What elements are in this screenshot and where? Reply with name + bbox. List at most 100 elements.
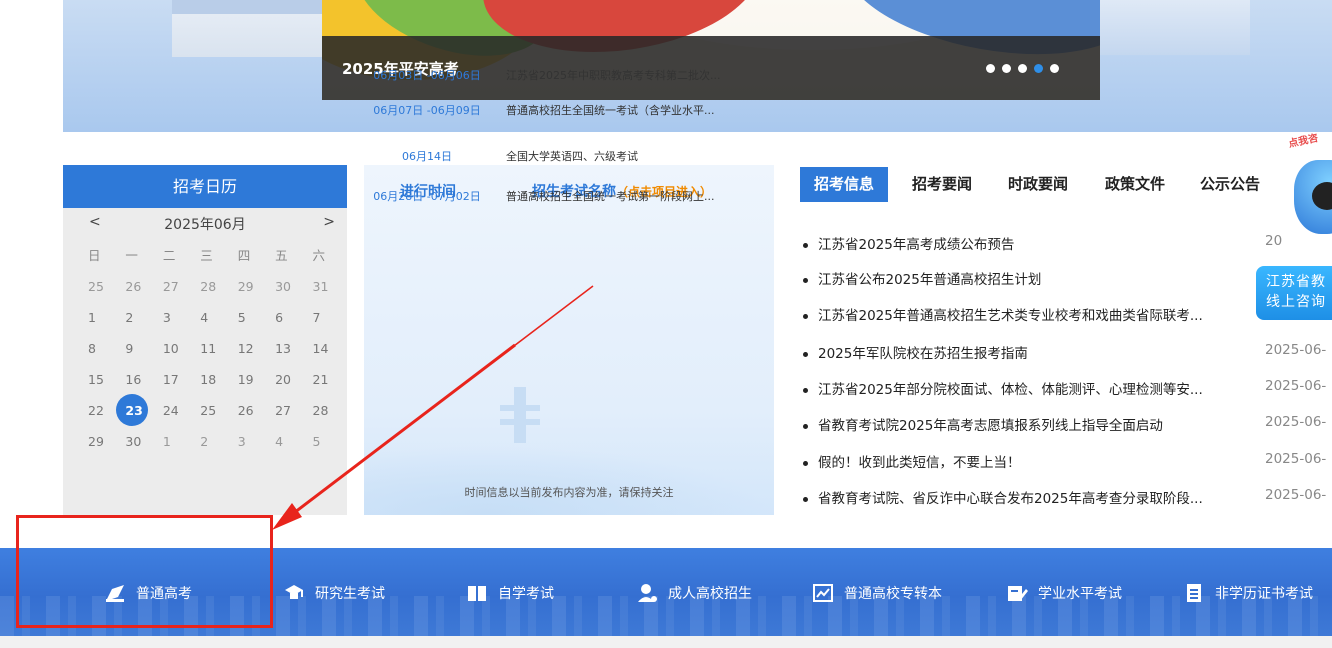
calendar-day[interactable]: 8 (85, 333, 122, 364)
schedule-row-name[interactable]: 全国大学英语四、六级考试 (506, 148, 638, 164)
calendar-day-number: 23 (125, 403, 143, 418)
calendar-day[interactable]: 28 (197, 271, 234, 302)
online-consult-button[interactable]: 江苏省教 线上咨询 (1256, 266, 1332, 320)
nav-item[interactable]: 自学考试 (466, 582, 554, 604)
calendar-day[interactable]: 25 (85, 271, 122, 302)
schedule-row-name[interactable]: 江苏省2025年中职职教高考专科第二批次... (506, 67, 720, 83)
calendar-day[interactable]: 4 (272, 426, 309, 457)
news-item-title[interactable]: 江苏省2025年普通高校招生艺术类专业校考和戏曲类省际联考... (818, 308, 1203, 324)
calendar-day[interactable]: 29 (85, 426, 122, 457)
news-item-title[interactable]: 江苏省2025年部分院校面试、体检、体能测评、心理检测等安... (818, 382, 1203, 398)
calendar-day[interactable]: 27 (160, 271, 197, 302)
calendar-day[interactable]: 14 (310, 333, 347, 364)
calendar-day[interactable]: 6 (272, 302, 309, 333)
news-item[interactable]: 江苏省2025年高考成绩公布预告 (803, 233, 1014, 255)
nav-item[interactable]: 非学历证书考试 (1183, 582, 1313, 604)
news-item[interactable]: 省教育考试院、省反诈中心联合发布2025年高考查分录取阶段... (803, 487, 1203, 509)
calendar-next-month-button[interactable]: > (323, 214, 335, 230)
nav-item[interactable]: 普通高校专转本 (812, 582, 942, 604)
calendar-day[interactable]: 17 (160, 364, 197, 395)
calendar-day[interactable]: 30 (122, 426, 159, 457)
calendar-day[interactable]: 25 (197, 395, 234, 426)
robot-hint-text[interactable]: 点我咨 (1287, 129, 1320, 150)
calendar-day-number: 15 (88, 372, 104, 387)
schedule-row[interactable]: 06月14日 全国大学英语四、六级考试 (364, 148, 774, 168)
calendar-day-number: 29 (88, 434, 104, 449)
calendar-day[interactable]: 11 (197, 333, 234, 364)
news-item-title[interactable]: 江苏省2025年高考成绩公布预告 (818, 237, 1014, 253)
schedule-row-name[interactable]: 普通高校招生全国统一考试（含学业水平... (506, 102, 715, 118)
calendar-day[interactable]: 7 (310, 302, 347, 333)
news-item[interactable]: 2025年军队院校在苏招生报考指南 (803, 342, 1028, 364)
calendar-day[interactable]: 15 (85, 364, 122, 395)
calendar-day[interactable]: 21 (310, 364, 347, 395)
calendar-day[interactable]: 4 (197, 302, 234, 333)
nav-item[interactable]: 学业水平考试 (1006, 582, 1122, 604)
news-item[interactable]: 江苏省2025年普通高校招生艺术类专业校考和戏曲类省际联考... (803, 304, 1203, 326)
news-tab[interactable]: 招考信息 (800, 167, 889, 202)
news-item[interactable]: 省教育考试院2025年高考志愿填报系列线上指导全面启动 (803, 414, 1163, 436)
schedule-row[interactable]: 06月07日 -06月09日 普通高校招生全国统一考试（含学业水平... (364, 102, 774, 122)
slider-dot[interactable] (1034, 64, 1043, 73)
calendar-day[interactable]: 28 (310, 395, 347, 426)
calendar-day-number: 30 (125, 434, 142, 449)
calendar-day[interactable]: 29 (235, 271, 272, 302)
calendar-day[interactable]: 13 (272, 333, 309, 364)
news-item-title[interactable]: 假的！收到此类短信，不要上当！ (818, 455, 1021, 471)
news-item-title[interactable]: 江苏省公布2025年普通高校招生计划 (818, 272, 1041, 288)
news-tab[interactable]: 时政要闻 (1008, 167, 1068, 202)
calendar-day[interactable]: 1 (160, 426, 197, 457)
news-tab[interactable]: 政策文件 (1105, 167, 1165, 202)
nav-item[interactable]: 研究生考试 (283, 582, 385, 604)
news-item-date: 2025-06- (1265, 487, 1327, 503)
calendar-day-number: 4 (275, 434, 284, 449)
news-item-title[interactable]: 省教育考试院、省反诈中心联合发布2025年高考查分录取阶段... (818, 491, 1203, 507)
calendar-day[interactable]: 3 (235, 426, 272, 457)
news-item-title[interactable]: 2025年军队院校在苏招生报考指南 (818, 346, 1028, 362)
calendar-day[interactable]: 3 (160, 302, 197, 333)
calendar-day[interactable]: 18 (197, 364, 234, 395)
document-icon (1183, 583, 1205, 603)
calendar-weekday: 五 (275, 248, 288, 263)
news-item-title[interactable]: 省教育考试院2025年高考志愿填报系列线上指导全面启动 (818, 418, 1163, 434)
robot-assistant-icon[interactable] (1282, 160, 1332, 260)
calendar-day[interactable]: 5 (310, 426, 347, 457)
calendar-day[interactable]: 2 (122, 302, 159, 333)
calendar-day[interactable]: 5 (235, 302, 272, 333)
calendar-day[interactable]: 26 (122, 271, 159, 302)
calendar-day[interactable]: 27 (272, 395, 309, 426)
schedule-row[interactable]: 06月03日 -06月06日 江苏省2025年中职职教高考专科第二批次... (364, 67, 774, 87)
news-item[interactable]: 假的！收到此类短信，不要上当！ (803, 451, 1021, 473)
calendar-day[interactable]: 26 (235, 395, 272, 426)
calendar-day[interactable]: 12 (235, 333, 272, 364)
calendar-day[interactable]: 23 (116, 394, 159, 426)
news-item[interactable]: 江苏省2025年部分院校面试、体检、体能测评、心理检测等安... (803, 378, 1203, 400)
calendar-day[interactable]: 30 (272, 271, 309, 302)
schedule-row[interactable]: 06月28日 -07月02日 普通高校招生全国统一考试第一阶段网上... (364, 188, 774, 208)
slider-dot[interactable] (986, 64, 995, 73)
schedule-row-name[interactable]: 普通高校招生全国统一考试第一阶段网上... (506, 188, 715, 204)
nav-item-label: 普通高考 (136, 586, 192, 602)
nav-item-label: 研究生考试 (315, 586, 385, 602)
calendar-day[interactable]: 31 (310, 271, 347, 302)
calendar-day[interactable]: 9 (122, 333, 159, 364)
slider-dot[interactable] (1050, 64, 1059, 73)
calendar-day[interactable]: 24 (160, 395, 197, 426)
news-item[interactable]: 江苏省公布2025年普通高校招生计划 (803, 268, 1041, 290)
calendar-day[interactable]: 2 (197, 426, 234, 457)
calendar-weekday: 二 (162, 248, 176, 263)
slider-dot[interactable] (1018, 64, 1027, 73)
calendar-day[interactable]: 10 (160, 333, 197, 364)
online-consult-line1: 江苏省教 (1266, 274, 1326, 290)
calendar-week-row: 22 23 24 25 26 27 28 (63, 394, 347, 426)
news-tab[interactable]: 公示公告 (1200, 167, 1260, 202)
calendar-day[interactable]: 19 (235, 364, 272, 395)
nav-item[interactable]: 成人高校招生 (636, 582, 752, 604)
slider-dot[interactable] (1002, 64, 1011, 73)
calendar-day[interactable]: 20 (272, 364, 309, 395)
calendar-day[interactable]: 16 (122, 364, 159, 395)
nav-item[interactable]: 普通高考 (104, 582, 192, 604)
page-bottom-strip (0, 636, 1332, 648)
calendar-day[interactable]: 1 (85, 302, 122, 333)
news-tab[interactable]: 招考要闻 (912, 167, 972, 202)
